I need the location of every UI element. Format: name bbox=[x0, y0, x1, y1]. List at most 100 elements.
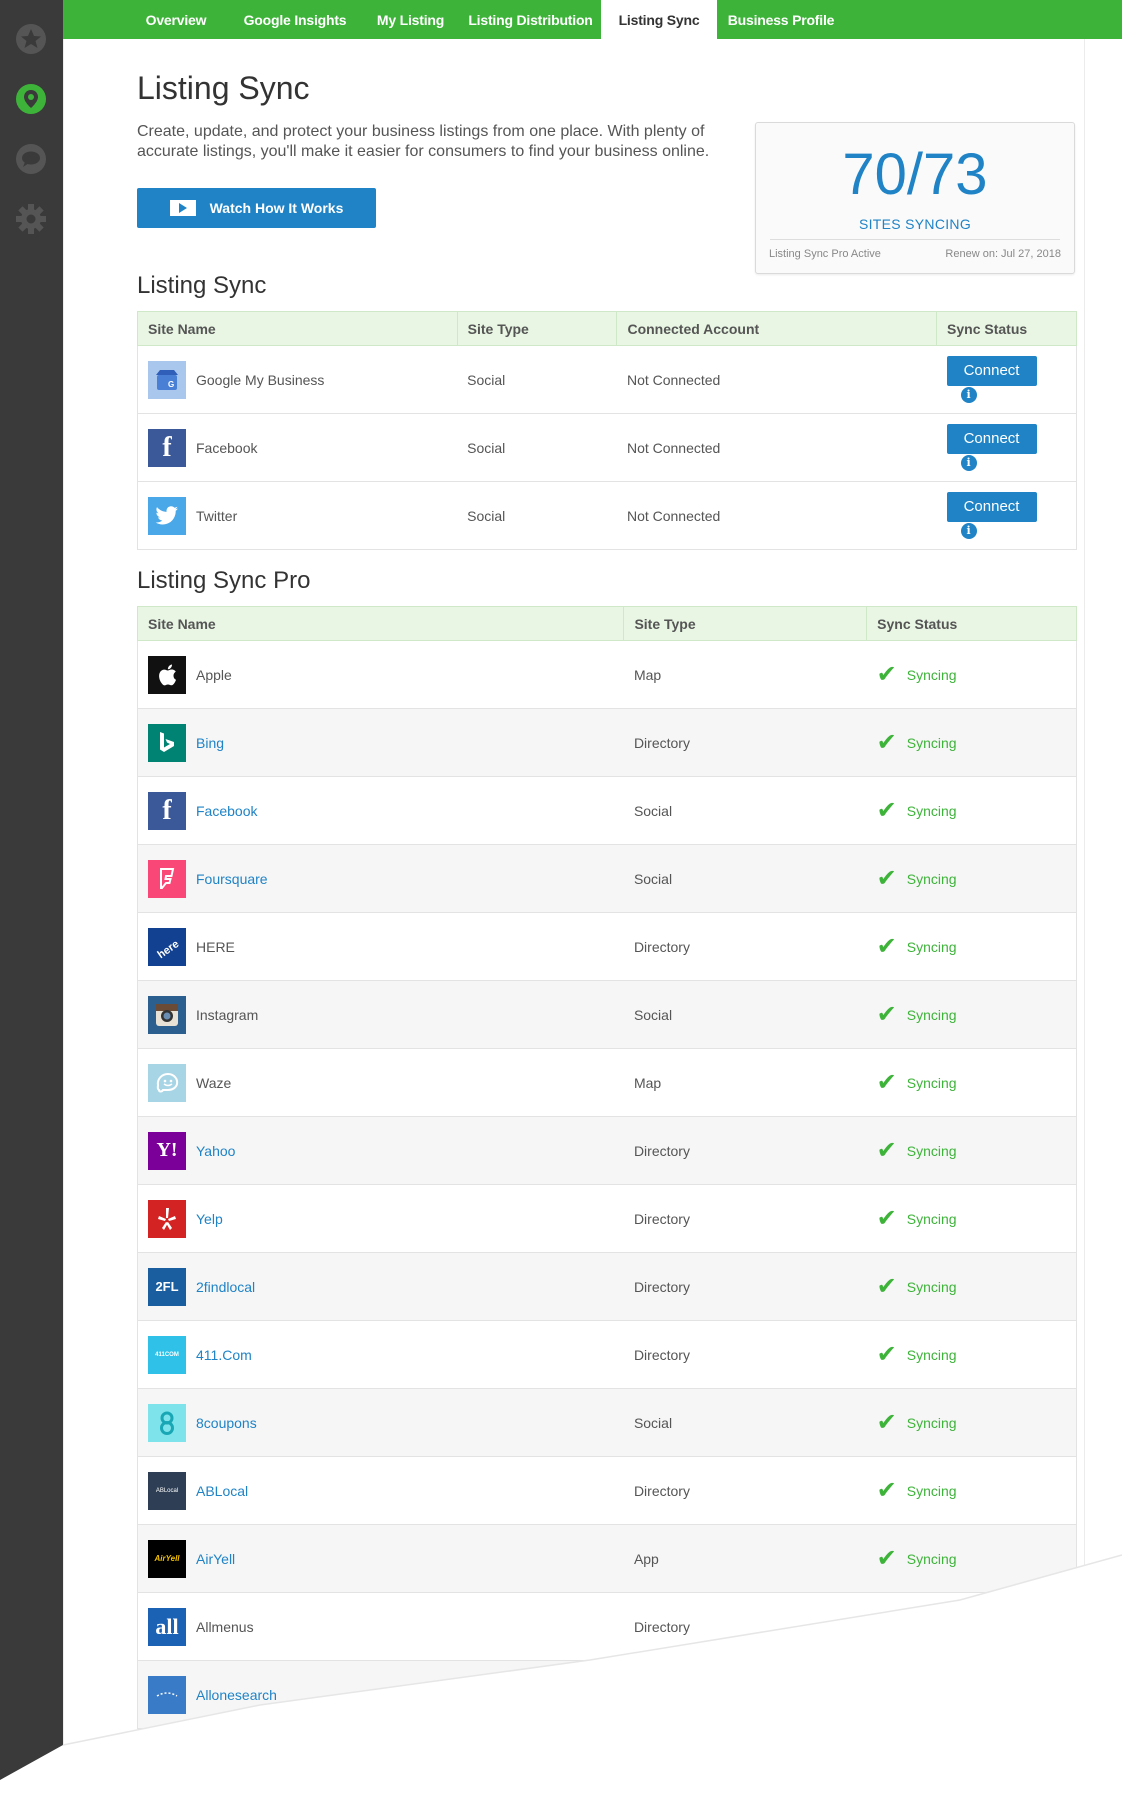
sync-status: Syncing bbox=[906, 666, 957, 683]
foursquare-logo-icon bbox=[148, 859, 186, 898]
column-header[interactable]: Site Type bbox=[623, 606, 868, 641]
tab-listing-distribution[interactable]: Listing Distribution bbox=[460, 0, 601, 39]
sync-status: Syncing bbox=[906, 1346, 957, 1363]
site-link[interactable]: Yelp bbox=[196, 1211, 223, 1227]
column-header[interactable]: Sync Status bbox=[866, 606, 1077, 641]
connected-account: Not Connected bbox=[616, 345, 937, 414]
site-link[interactable]: Facebook bbox=[196, 803, 257, 819]
table-row: Waze Map ✔ Syncing bbox=[136, 1048, 1077, 1117]
sync-status: Syncing bbox=[906, 1074, 957, 1091]
intro-text: Create, update, and protect your busines… bbox=[137, 123, 710, 160]
yahoo-logo-icon: Y! bbox=[148, 1131, 186, 1170]
instagram-logo-icon bbox=[148, 995, 186, 1034]
table-row: Twitter Social Not Connected Connecti bbox=[137, 481, 1077, 550]
table-row: Apple Map ✔ Syncing bbox=[136, 640, 1077, 709]
table-row: all Allmenus Directory bbox=[136, 1592, 1077, 1661]
site-name: Waze bbox=[196, 1074, 232, 1091]
site-type: App bbox=[623, 1524, 867, 1593]
tab-my-listing[interactable]: My Listing bbox=[361, 0, 460, 39]
watch-button-label: Watch How It Works bbox=[209, 200, 344, 216]
listing-sync-pro-heading: Listing Sync Pro bbox=[137, 567, 311, 594]
sync-status: Syncing bbox=[906, 1278, 957, 1295]
site-link[interactable]: Yahoo bbox=[196, 1143, 235, 1159]
location-pin-icon[interactable] bbox=[14, 82, 48, 116]
twitter-logo-icon bbox=[148, 496, 186, 535]
site-type: Directory bbox=[623, 708, 867, 777]
connected-account: Not Connected bbox=[616, 413, 937, 482]
sites-syncing-count: 70/73 bbox=[842, 142, 988, 207]
listing-sync-table: Site Name Site Type Connected Account Sy… bbox=[137, 311, 1077, 550]
site-link[interactable]: 2findlocal bbox=[196, 1279, 255, 1295]
check-icon: ✔ bbox=[876, 1136, 897, 1164]
site-name: Facebook bbox=[196, 439, 258, 456]
sites-syncing-card: 70/73 SITES SYNCING Listing Sync Pro Act… bbox=[755, 122, 1075, 274]
site-type: Directory bbox=[623, 1592, 867, 1661]
chat-icon[interactable] bbox=[14, 142, 48, 176]
column-header[interactable]: Site Type bbox=[456, 311, 618, 346]
info-icon[interactable]: i bbox=[960, 387, 977, 404]
site-link[interactable]: 8coupons bbox=[196, 1415, 257, 1431]
gear-icon[interactable] bbox=[14, 202, 48, 236]
site-type: Directory bbox=[623, 1184, 867, 1253]
connect-button[interactable]: Connect bbox=[946, 491, 1037, 522]
table-row: Y! Yahoo Directory ✔ Syncing bbox=[136, 1116, 1077, 1185]
sync-status: Syncing bbox=[906, 1210, 957, 1227]
svg-text:here: here bbox=[155, 938, 181, 961]
table-row: Instagram Social ✔ Syncing bbox=[136, 980, 1077, 1049]
site-type: Directory bbox=[623, 1320, 867, 1389]
site-type: Directory bbox=[623, 1116, 867, 1185]
top-nav: Overview Google Insights My Listing List… bbox=[63, 0, 1122, 39]
check-icon: ✔ bbox=[876, 1000, 897, 1028]
check-icon: ✔ bbox=[876, 932, 897, 960]
check-icon: ✔ bbox=[876, 660, 897, 688]
site-link[interactable]: Bing bbox=[196, 735, 224, 751]
sync-status bbox=[866, 1660, 1077, 1729]
info-icon[interactable]: i bbox=[960, 455, 977, 472]
svg-text:G: G bbox=[168, 380, 174, 389]
column-header[interactable]: Site Name bbox=[137, 311, 458, 346]
allonesearch-logo-icon bbox=[148, 1675, 186, 1714]
411-logo-icon: 411COM bbox=[148, 1335, 186, 1374]
check-icon: ✔ bbox=[876, 1204, 897, 1232]
table-row: Bing Directory ✔ Syncing bbox=[136, 708, 1077, 777]
site-link[interactable]: Foursquare bbox=[196, 871, 268, 887]
info-icon[interactable]: i bbox=[960, 523, 977, 540]
table-row: f Facebook Social ✔ Syncing bbox=[136, 776, 1077, 845]
site-link[interactable]: 411.Com bbox=[196, 1347, 252, 1363]
site-type: Directory bbox=[623, 1252, 867, 1321]
sync-status: Syncing bbox=[906, 734, 957, 751]
site-name: Twitter bbox=[196, 507, 238, 524]
table-row: Yelp Directory ✔ Syncing bbox=[136, 1184, 1077, 1253]
table-row: 8coupons Social ✔ Syncing bbox=[136, 1388, 1077, 1457]
check-icon: ✔ bbox=[876, 1340, 897, 1368]
sync-status: Syncing bbox=[906, 870, 957, 887]
tab-listing-sync[interactable]: Listing Sync bbox=[601, 0, 717, 39]
site-link[interactable]: ABLocal bbox=[196, 1483, 248, 1499]
site-type: Social bbox=[623, 980, 867, 1049]
sites-syncing-label: SITES SYNCING bbox=[858, 216, 972, 232]
left-sidebar bbox=[0, 0, 63, 1794]
table-row: ABLocal ABLocal Directory ✔ Syncing bbox=[136, 1456, 1077, 1525]
site-type: Map bbox=[623, 640, 867, 709]
connect-button[interactable]: Connect bbox=[946, 423, 1037, 454]
watch-how-it-works-button[interactable]: Watch How It Works bbox=[137, 188, 376, 228]
column-header[interactable]: Connected Account bbox=[616, 311, 938, 346]
tab-overview[interactable]: Overview bbox=[123, 0, 229, 39]
site-type bbox=[623, 1660, 867, 1729]
check-icon: ✔ bbox=[876, 1476, 897, 1504]
connect-button[interactable]: Connect bbox=[946, 355, 1037, 386]
table-row: G Google My Business Social Not Connecte… bbox=[137, 345, 1077, 414]
bing-logo-icon bbox=[148, 723, 186, 762]
column-header[interactable]: Sync Status bbox=[936, 311, 1077, 346]
column-header[interactable]: Site Name bbox=[136, 606, 625, 641]
site-link[interactable]: Allonesearch bbox=[196, 1687, 277, 1703]
site-link[interactable]: AirYell bbox=[196, 1551, 235, 1567]
page-title: Listing Sync bbox=[137, 70, 310, 106]
site-name: HERE bbox=[196, 938, 235, 955]
tab-google-insights[interactable]: Google Insights bbox=[229, 0, 361, 39]
facebook-logo-icon: f bbox=[148, 791, 186, 830]
star-icon[interactable] bbox=[14, 22, 48, 56]
tab-business-profile[interactable]: Business Profile bbox=[717, 0, 845, 39]
site-name: Allmenus bbox=[196, 1618, 254, 1635]
ablocal-logo-icon: ABLocal bbox=[148, 1471, 186, 1510]
